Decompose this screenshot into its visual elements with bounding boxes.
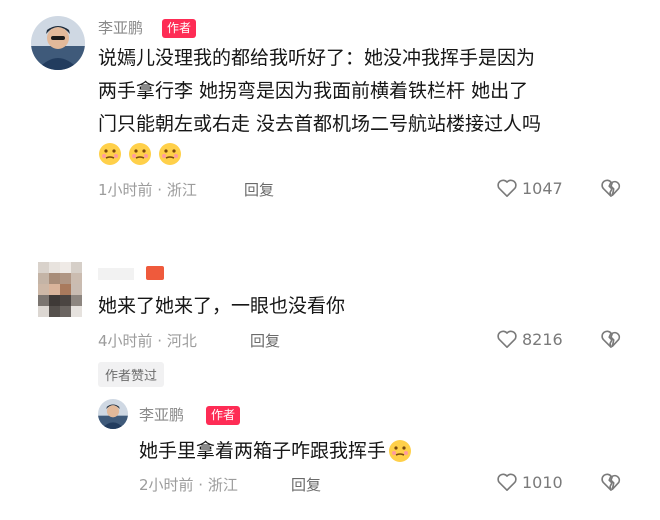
like-count: 1010 (522, 472, 563, 492)
avatar-photo-icon (98, 399, 128, 429)
heart-icon (497, 179, 517, 197)
reply-time-location: 2小时前 · 浙江 (139, 476, 238, 494)
avatar-photo-icon (31, 16, 85, 70)
author-avatar[interactable] (31, 16, 85, 70)
reply-author-avatar[interactable] (98, 399, 128, 429)
heart-icon (497, 473, 517, 491)
like-button[interactable]: 1010 (496, 472, 563, 492)
comment-text-line: 门只能朝左或右走 没去首都机场二号航站楼接过人吗 (98, 113, 542, 135)
reply-text: 她手里拿着两箱子咋跟我挥手 (139, 440, 387, 462)
like-button[interactable]: 1047 (496, 178, 563, 198)
broken-heart-icon (601, 330, 621, 348)
author-liked-tag: 作者赞过 (98, 362, 165, 387)
comment-time-location: 4小时前 · 河北 (98, 332, 197, 350)
smirk-emoji-icon (99, 143, 121, 165)
reply-text-row: 她手里拿着两箱子咋跟我挥手 (139, 436, 412, 466)
redacted-badge (146, 266, 164, 280)
heart-icon (497, 330, 517, 348)
comment-author-name[interactable]: 李亚鹏 (98, 17, 143, 38)
reply-author-name[interactable]: 李亚鹏 (139, 404, 184, 425)
reply-button[interactable]: 回复 (250, 330, 280, 351)
dislike-button[interactable] (600, 329, 622, 349)
comment-text-line: 说嫣儿没理我的都给我听好了：她没冲我挥手是因为 (98, 47, 536, 69)
smirk-emoji-icon (389, 440, 412, 462)
broken-heart-icon (601, 473, 621, 491)
redacted-username (98, 268, 134, 280)
like-button[interactable]: 8216 (496, 329, 563, 349)
comment-text: 她来了她来了，一眼也没看你 (98, 295, 346, 317)
comment-time-location: 1小时前 · 浙江 (98, 181, 197, 199)
comment-text-line: 两手拿行李 她拐弯是因为我面前横着铁栏杆 她出了 (98, 80, 529, 102)
pixelated-avatar[interactable] (38, 262, 82, 317)
dislike-button[interactable] (600, 178, 622, 198)
smirk-emoji-icon (129, 143, 151, 165)
smirk-emoji-icon (159, 143, 181, 165)
reply-button[interactable]: 回复 (244, 179, 274, 200)
like-count: 1047 (522, 178, 563, 198)
emoji-row (98, 142, 182, 166)
broken-heart-icon (601, 179, 621, 197)
author-badge: 作者 (162, 19, 197, 38)
dislike-button[interactable] (600, 472, 622, 492)
reply-button[interactable]: 回复 (291, 474, 321, 495)
author-badge: 作者 (206, 406, 241, 425)
like-count: 8216 (522, 329, 563, 349)
